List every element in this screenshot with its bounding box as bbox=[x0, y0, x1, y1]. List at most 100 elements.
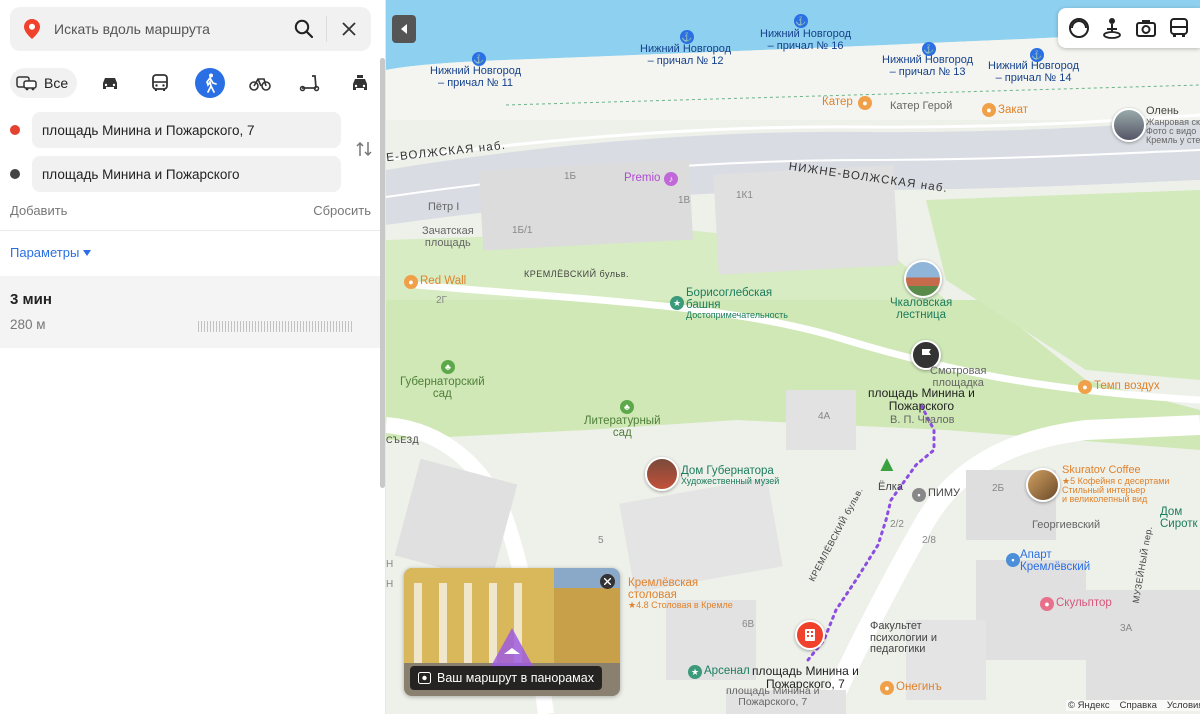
end-point-dot bbox=[10, 169, 20, 179]
reset-button[interactable]: Сбросить bbox=[313, 203, 371, 218]
poi-apart[interactable]: Апарт Кремлёвский bbox=[1020, 549, 1090, 573]
hotel-icon: ▪ bbox=[1006, 553, 1020, 567]
route-point-from: площадь Минина и Пожарского, 7 bbox=[10, 112, 341, 148]
anchor-icon: ⚓ bbox=[794, 14, 808, 28]
params-button[interactable]: Параметры bbox=[10, 245, 92, 260]
cafe-icon: ● bbox=[404, 275, 418, 289]
route-to-input[interactable]: площадь Минина и Пожарского bbox=[32, 156, 341, 192]
panorama-route-icon bbox=[418, 672, 431, 684]
route-from-input[interactable]: площадь Минина и Пожарского, 7 bbox=[32, 112, 341, 148]
poi-lit-sad[interactable]: Литературный сад bbox=[584, 415, 661, 439]
bicycle-icon bbox=[249, 78, 271, 91]
panorama-camera-icon[interactable] bbox=[1132, 14, 1160, 42]
start-point-pin-icon[interactable] bbox=[795, 620, 825, 650]
deer-sculpture-photo[interactable] bbox=[1112, 108, 1146, 142]
panorama-preview[interactable]: Ваш маршрут в панорамах bbox=[404, 568, 620, 696]
route-option-card[interactable]: 3 мин 280 м bbox=[0, 276, 380, 348]
pier-14-label: Нижний Новгород – причал № 14 bbox=[988, 60, 1080, 84]
map-layers-panel bbox=[1058, 8, 1200, 48]
cafe-icon: ● bbox=[982, 103, 996, 117]
poi-borisoglebskaya[interactable]: Борисоглебская башня Достопримечательность bbox=[686, 287, 788, 321]
poi-elka[interactable]: Ёлка bbox=[878, 481, 903, 494]
place-georgievsky-label: Георгиевский bbox=[1032, 519, 1101, 531]
house-number: 2/8 bbox=[922, 535, 936, 546]
poi-sculptor[interactable]: Скульптор bbox=[1056, 597, 1112, 609]
cafe-icon: ● bbox=[1078, 380, 1092, 394]
house-number: 1К1 bbox=[736, 190, 753, 201]
poi-kater[interactable]: Катер bbox=[822, 96, 853, 108]
help-link[interactable]: Справка bbox=[1120, 700, 1157, 711]
route-elevation-bar bbox=[198, 321, 354, 332]
app: Искать вдоль маршрута Все площадь Минина… bbox=[0, 0, 1200, 714]
start-point-dot bbox=[10, 125, 20, 135]
poi-red-wall[interactable]: Red Wall bbox=[420, 275, 466, 287]
route-point-to: площадь Минина и Пожарского bbox=[10, 156, 341, 192]
route-distance: 280 м bbox=[10, 317, 46, 332]
pedestrian-layer-icon[interactable] bbox=[1098, 14, 1126, 42]
pier-12-label: Нижний Новгород – причал № 12 bbox=[640, 43, 732, 67]
house-number: 1Б/1 bbox=[512, 225, 533, 236]
sidebar-scrollbar[interactable] bbox=[380, 58, 385, 488]
route-end-label: площадь Минина и Пожарского bbox=[868, 386, 975, 413]
poi-arsenal[interactable]: Арсенал bbox=[704, 665, 750, 677]
search-input[interactable]: Искать вдоль маршрута bbox=[54, 21, 282, 37]
house-number: 3А bbox=[1120, 623, 1133, 634]
mode-bus-button[interactable] bbox=[145, 68, 175, 98]
governor-house-photo[interactable] bbox=[645, 457, 679, 491]
house-number: 4А bbox=[818, 411, 831, 422]
poi-temp[interactable]: Темп воздух bbox=[1094, 380, 1160, 392]
building-apart bbox=[976, 560, 1086, 660]
panorama-caption: Ваш маршрут в панорамах bbox=[410, 666, 602, 690]
anchor-icon: ⚓ bbox=[1030, 48, 1044, 62]
street-sezd: СЪЕЗД bbox=[386, 435, 420, 445]
yandex-copyright[interactable]: © Яндекс bbox=[1068, 700, 1110, 711]
poi-onegin[interactable]: Онегинъ bbox=[896, 681, 942, 693]
poi-dom-sirot[interactable]: Дом Сиротк bbox=[1160, 506, 1198, 530]
mode-scooter-button[interactable] bbox=[295, 68, 325, 98]
poi-pimu[interactable]: ПИМУ bbox=[928, 487, 960, 500]
skuratov-photo[interactable] bbox=[1026, 468, 1060, 502]
poi-gub-sad[interactable]: Губернаторский сад bbox=[400, 376, 485, 400]
params-label: Параметры bbox=[10, 245, 80, 260]
search-icon[interactable] bbox=[282, 7, 326, 51]
add-point-button[interactable]: Добавить bbox=[10, 203, 67, 218]
poi-premio[interactable]: Premio bbox=[624, 172, 660, 184]
cafe-icon: ● bbox=[880, 681, 894, 695]
chevron-left-icon bbox=[401, 24, 407, 34]
mode-car-button[interactable] bbox=[95, 68, 125, 98]
swap-points-icon[interactable] bbox=[353, 137, 375, 161]
house-number: 2/2 bbox=[890, 519, 904, 530]
transport-layer-icon[interactable] bbox=[1165, 14, 1193, 42]
chkalov-stairs-photo[interactable] bbox=[904, 260, 942, 298]
anchor-icon: ⚓ bbox=[922, 42, 936, 56]
house-number: 2Б bbox=[992, 483, 1005, 494]
mode-walk-button[interactable] bbox=[195, 68, 226, 98]
university-icon: ▪ bbox=[912, 488, 926, 502]
map-view[interactable]: Нижний Новгород – причал № 11 Нижний Новг… bbox=[386, 0, 1200, 714]
close-icon[interactable] bbox=[327, 7, 371, 51]
poi-skuratov[interactable]: Skuratov Coffee ★5 Кофейня с десертами Сти… bbox=[1062, 464, 1169, 505]
mode-bike-button[interactable] bbox=[245, 68, 275, 98]
poi-dom-gubernatora[interactable]: Дом Губернатора Художественный музей bbox=[681, 465, 779, 487]
anchor-icon: ⚓ bbox=[472, 52, 486, 66]
poi-chkalov-stairs[interactable]: Чкаловская лестница bbox=[890, 297, 952, 321]
mode-taxi-button[interactable] bbox=[345, 68, 375, 98]
close-panorama-icon[interactable] bbox=[600, 574, 615, 589]
anchor-icon: ⚓ bbox=[680, 30, 694, 44]
street-kreml-blvd: КРЕМЛЁВСКИЙ бульв. bbox=[524, 269, 630, 279]
poi-zakat[interactable]: Закат bbox=[998, 104, 1028, 116]
poi-fakultet[interactable]: Факультет психологии и педагогики bbox=[870, 620, 937, 656]
christmas-tree-icon: ▲ bbox=[876, 451, 898, 476]
place-kater-geroy-label: Катер Герой bbox=[890, 100, 953, 112]
collapse-sidebar-button[interactable] bbox=[392, 15, 416, 43]
house-number: 6В bbox=[742, 619, 755, 630]
terms-link[interactable]: Условия bbox=[1167, 700, 1200, 711]
house-number: 1Б bbox=[564, 171, 577, 182]
route-sidebar: Искать вдоль маршрута Все площадь Минина… bbox=[0, 0, 386, 714]
layers-icon[interactable] bbox=[1065, 14, 1093, 42]
route-search-box[interactable]: Искать вдоль маршрута bbox=[10, 7, 371, 51]
poi-stolovaya[interactable]: Кремлёвская столовая ★4.8 Столовая в Кремл… bbox=[628, 577, 733, 611]
house-number: 1В bbox=[678, 195, 691, 206]
mode-all-label: Все bbox=[44, 75, 69, 91]
mode-all-button[interactable]: Все bbox=[10, 68, 78, 98]
